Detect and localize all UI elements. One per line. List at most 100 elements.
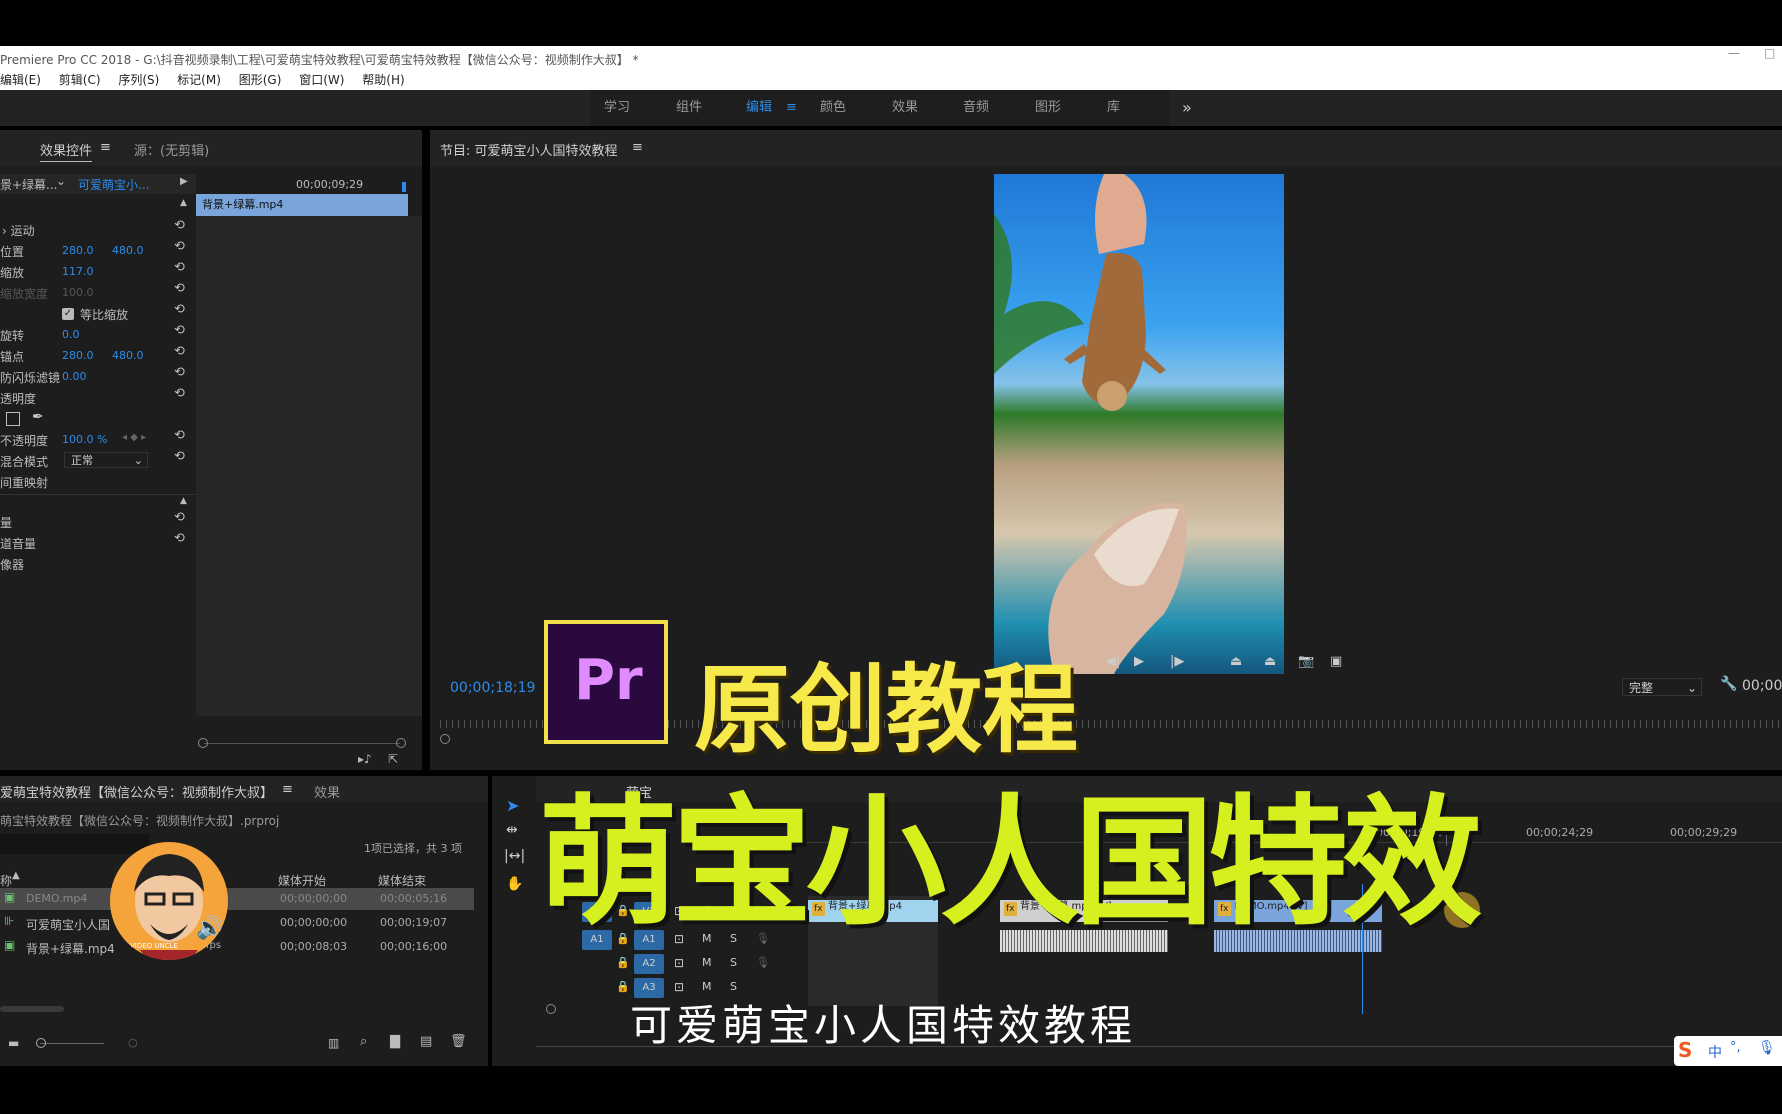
automate-icon[interactable]: ▥ [328, 1036, 339, 1050]
reset-icon[interactable]: ⟲ [174, 449, 185, 464]
workspace-tab-audio[interactable]: 音频 [963, 90, 989, 126]
workspace-tab-graphics[interactable]: 图形 [1035, 90, 1061, 126]
trash-icon[interactable]: 🗑 [450, 1034, 467, 1049]
opacity-value[interactable]: 100.0 % [62, 433, 107, 446]
panel-menu-icon[interactable]: ≡ [100, 140, 111, 155]
workspace-tab-assembly[interactable]: 组件 [676, 90, 702, 126]
extract-icon[interactable]: ⏏ [1264, 654, 1276, 669]
find-icon[interactable]: ⌕ [360, 1034, 367, 1049]
step-forward-icon[interactable]: |▶ [1170, 654, 1184, 669]
step-back-icon[interactable]: ◀| [1106, 654, 1120, 669]
menu-edit[interactable]: 编辑(E) [0, 73, 41, 87]
column-media-end[interactable]: 媒体结束 [378, 872, 426, 889]
mask-rect-icon[interactable] [6, 412, 20, 426]
minimize-button[interactable]: — [1728, 46, 1740, 60]
mute-button[interactable]: M [702, 956, 712, 969]
ime-indicator[interactable]: S 中 °, 🎙 [1674, 1036, 1782, 1066]
position-y-value[interactable]: 480.0 [112, 244, 144, 257]
anchor-x-value[interactable]: 280.0 [62, 349, 94, 362]
reset-icon[interactable]: ⟲ [174, 239, 185, 254]
reset-icon[interactable]: ⟲ [174, 302, 185, 317]
column-media-start[interactable]: 媒体开始 [278, 872, 326, 889]
workspace-tab-effects[interactable]: 效果 [892, 90, 918, 126]
workspace-tab-libraries[interactable]: 库 [1107, 90, 1120, 126]
ec-playhead[interactable] [402, 182, 406, 192]
maximize-button[interactable]: □ [1764, 46, 1775, 60]
reset-icon[interactable]: ⟲ [174, 510, 185, 525]
timeline-zoom-handle[interactable] [546, 1004, 556, 1014]
menu-marker[interactable]: 标记(M) [177, 73, 221, 87]
project-tab[interactable]: 爱萌宝特效教程【微信公众号：视频制作大叔】 [0, 782, 273, 801]
scale-value[interactable]: 117.0 [62, 265, 94, 278]
list-view-icon[interactable]: ▬ [8, 1036, 19, 1050]
reset-icon[interactable]: ⟲ [174, 323, 185, 338]
ime-language[interactable]: 中 [1708, 1042, 1722, 1062]
hand-tool-icon[interactable]: ✋ [506, 876, 523, 892]
reset-icon[interactable]: ⟲ [174, 344, 185, 359]
new-item-icon[interactable]: ▤ [420, 1034, 432, 1049]
export-icon[interactable]: ⇱ [388, 752, 398, 766]
menu-graphics[interactable]: 图形(G) [239, 73, 282, 87]
program-menu-icon[interactable]: ≡ [632, 140, 643, 155]
pen-icon[interactable]: ✒ [32, 409, 44, 425]
new-bin-icon[interactable]: ▇ [390, 1034, 400, 1049]
reset-icon[interactable]: ⟲ [174, 386, 185, 401]
sort-up-icon[interactable]: ▲ [12, 870, 20, 881]
effects-tab[interactable]: 效果 [314, 782, 340, 801]
track-target-a2[interactable]: A2 [634, 954, 664, 974]
project-menu-icon[interactable]: ≡ [282, 782, 293, 797]
workspace-tab-color[interactable]: 颜色 [820, 90, 846, 126]
menu-window[interactable]: 窗口(W) [299, 73, 344, 87]
zoom-handle-right[interactable] [396, 738, 406, 748]
ec-clip-bar[interactable]: 背景+绿幕.mp4 [196, 194, 408, 216]
expand-arrow-icon[interactable]: ▶ [180, 176, 188, 187]
compare-icon[interactable]: ▣ [1330, 654, 1342, 669]
filter-audio-icon[interactable]: ▸♪ [358, 752, 372, 766]
reset-icon[interactable]: ⟲ [174, 281, 185, 296]
ime-mic-icon[interactable]: 🎙 [1758, 1040, 1776, 1056]
play-icon[interactable]: ▶ [1134, 654, 1144, 669]
reset-icon[interactable]: ⟲ [174, 428, 185, 443]
ime-punctuation[interactable]: °, [1730, 1040, 1741, 1055]
position-x-value[interactable]: 280.0 [62, 244, 94, 257]
source-tab[interactable]: 源：(无剪辑) [134, 140, 209, 159]
clip-dropdown-icon[interactable]: ⌄ [56, 174, 66, 188]
reset-icon[interactable]: ⟲ [174, 365, 185, 380]
menu-clip[interactable]: 剪辑(C) [59, 73, 101, 87]
reset-icon[interactable]: ⟲ [174, 531, 185, 546]
track-select-icon[interactable]: ⇹ [506, 822, 518, 838]
playback-resolution-select[interactable]: 完整 ⌄ [1622, 678, 1702, 696]
icon-size-handle[interactable] [36, 1038, 46, 1048]
project-search-input[interactable] [0, 834, 150, 854]
workspace-tab-learn[interactable]: 学习 [604, 90, 630, 126]
zoom-handle-left[interactable] [198, 738, 208, 748]
sequence-clip-label[interactable]: 可爱萌宝小... [78, 176, 149, 193]
rotation-value[interactable]: 0.0 [62, 328, 80, 341]
ec-zoom-scrollbar[interactable] [204, 743, 400, 744]
menu-sequence[interactable]: 序列(S) [118, 73, 159, 87]
lift-icon[interactable]: ⏏ [1230, 654, 1242, 669]
camera-icon[interactable]: 📷 [1298, 654, 1314, 669]
blend-mode-select[interactable]: 正常 ⌄ [64, 452, 148, 468]
selection-tool-icon[interactable]: ➤ [506, 796, 519, 815]
mic-icon[interactable]: 🎙 [756, 956, 770, 969]
ruler-zoom-handle[interactable] [440, 734, 450, 744]
sync-lock-icon[interactable]: ⊡ [674, 956, 684, 970]
wrench-icon[interactable]: 🔧 [1720, 676, 1737, 692]
lock-icon[interactable]: 🔒 [616, 956, 630, 969]
program-title[interactable]: 节目: 可爱萌宝小人国特效教程 [440, 140, 618, 159]
solo-button[interactable]: S [730, 956, 737, 969]
keyframe-nav-icon[interactable]: ◂ ◆ ▸ [122, 432, 146, 443]
column-name[interactable]: 称 [0, 872, 12, 889]
reset-icon[interactable]: ⟲ [174, 260, 185, 275]
video-preview[interactable] [994, 174, 1284, 674]
effect-controls-tab[interactable]: 效果控件 [40, 140, 93, 162]
ripple-edit-icon[interactable]: |↔| [504, 848, 525, 864]
lock-icon[interactable]: 🔒 [616, 980, 630, 993]
workspace-more-icon[interactable]: » [1182, 90, 1192, 126]
workspace-menu-icon[interactable]: ≡ [786, 90, 797, 126]
scroll-up-icon[interactable]: ▲ [180, 198, 187, 208]
reset-icon[interactable]: ⟲ [174, 218, 185, 233]
anchor-y-value[interactable]: 480.0 [112, 349, 144, 362]
audio-collapse-icon[interactable]: ▲ [180, 496, 187, 506]
